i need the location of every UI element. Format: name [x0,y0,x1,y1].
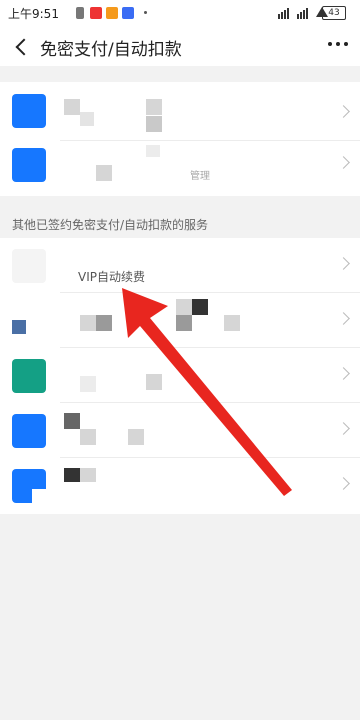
annotation-arrow [122,288,292,496]
